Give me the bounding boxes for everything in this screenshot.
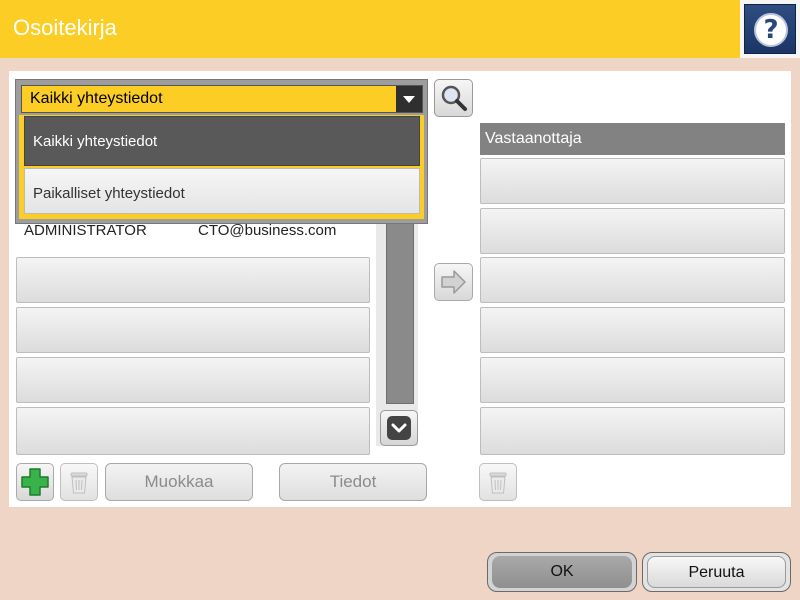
dropdown-option-local[interactable]: Paikalliset yhteystiedot	[24, 168, 420, 214]
help-icon: ?	[754, 13, 788, 47]
search-button[interactable]	[434, 79, 473, 117]
search-icon	[441, 85, 467, 111]
add-icon	[21, 468, 49, 496]
add-recipient-button[interactable]	[434, 263, 473, 301]
header-bar: Osoitekirja	[0, 0, 740, 58]
arrow-right-icon	[441, 270, 466, 294]
recipients-header: Vastaanottaja	[480, 123, 785, 155]
contact-row-empty[interactable]	[16, 257, 370, 303]
delete-contact-button[interactable]	[60, 463, 98, 501]
recipients-header-label: Vastaanottaja	[485, 130, 582, 147]
trash-icon	[489, 472, 507, 494]
trash-icon	[70, 472, 88, 494]
page-title: Osoitekirja	[13, 15, 117, 40]
ok-button-label: OK	[492, 556, 632, 588]
cancel-button[interactable]: Peruuta	[642, 552, 791, 592]
option-label: Paikalliset yhteystiedot	[33, 185, 185, 202]
recipient-row[interactable]	[480, 158, 785, 204]
cancel-button-label: Peruuta	[647, 556, 786, 588]
ok-button[interactable]: OK	[487, 552, 637, 592]
help-area: ?	[740, 0, 800, 58]
contact-row-empty[interactable]	[16, 307, 370, 353]
option-label: Kaikki yhteystiedot	[33, 133, 158, 150]
dropdown-option-all[interactable]: Kaikki yhteystiedot	[24, 116, 420, 166]
details-button[interactable]: Tiedot	[279, 463, 427, 501]
contact-row-empty[interactable]	[16, 357, 370, 403]
delete-recipient-button[interactable]	[479, 463, 517, 501]
contact-name: ADMINISTRATOR	[24, 222, 147, 239]
contact-row-empty[interactable]	[16, 407, 370, 455]
select-value: Kaikki yhteystiedot	[30, 90, 163, 107]
help-button[interactable]: ?	[744, 4, 796, 54]
scroll-down-button[interactable]	[380, 410, 418, 446]
contact-email: CTO@business.com	[198, 222, 337, 239]
chevron-down-icon	[387, 416, 411, 440]
recipient-row[interactable]	[480, 357, 785, 403]
recipient-row[interactable]	[480, 208, 785, 254]
recipient-row[interactable]	[480, 407, 785, 455]
recipient-row[interactable]	[480, 307, 785, 353]
contact-source-select[interactable]: Kaikki yhteystiedot	[21, 85, 423, 113]
edit-button[interactable]: Muokkaa	[105, 463, 253, 501]
recipient-row[interactable]	[480, 257, 785, 303]
chevron-down-icon[interactable]	[396, 86, 422, 112]
add-contact-button[interactable]	[16, 463, 54, 501]
